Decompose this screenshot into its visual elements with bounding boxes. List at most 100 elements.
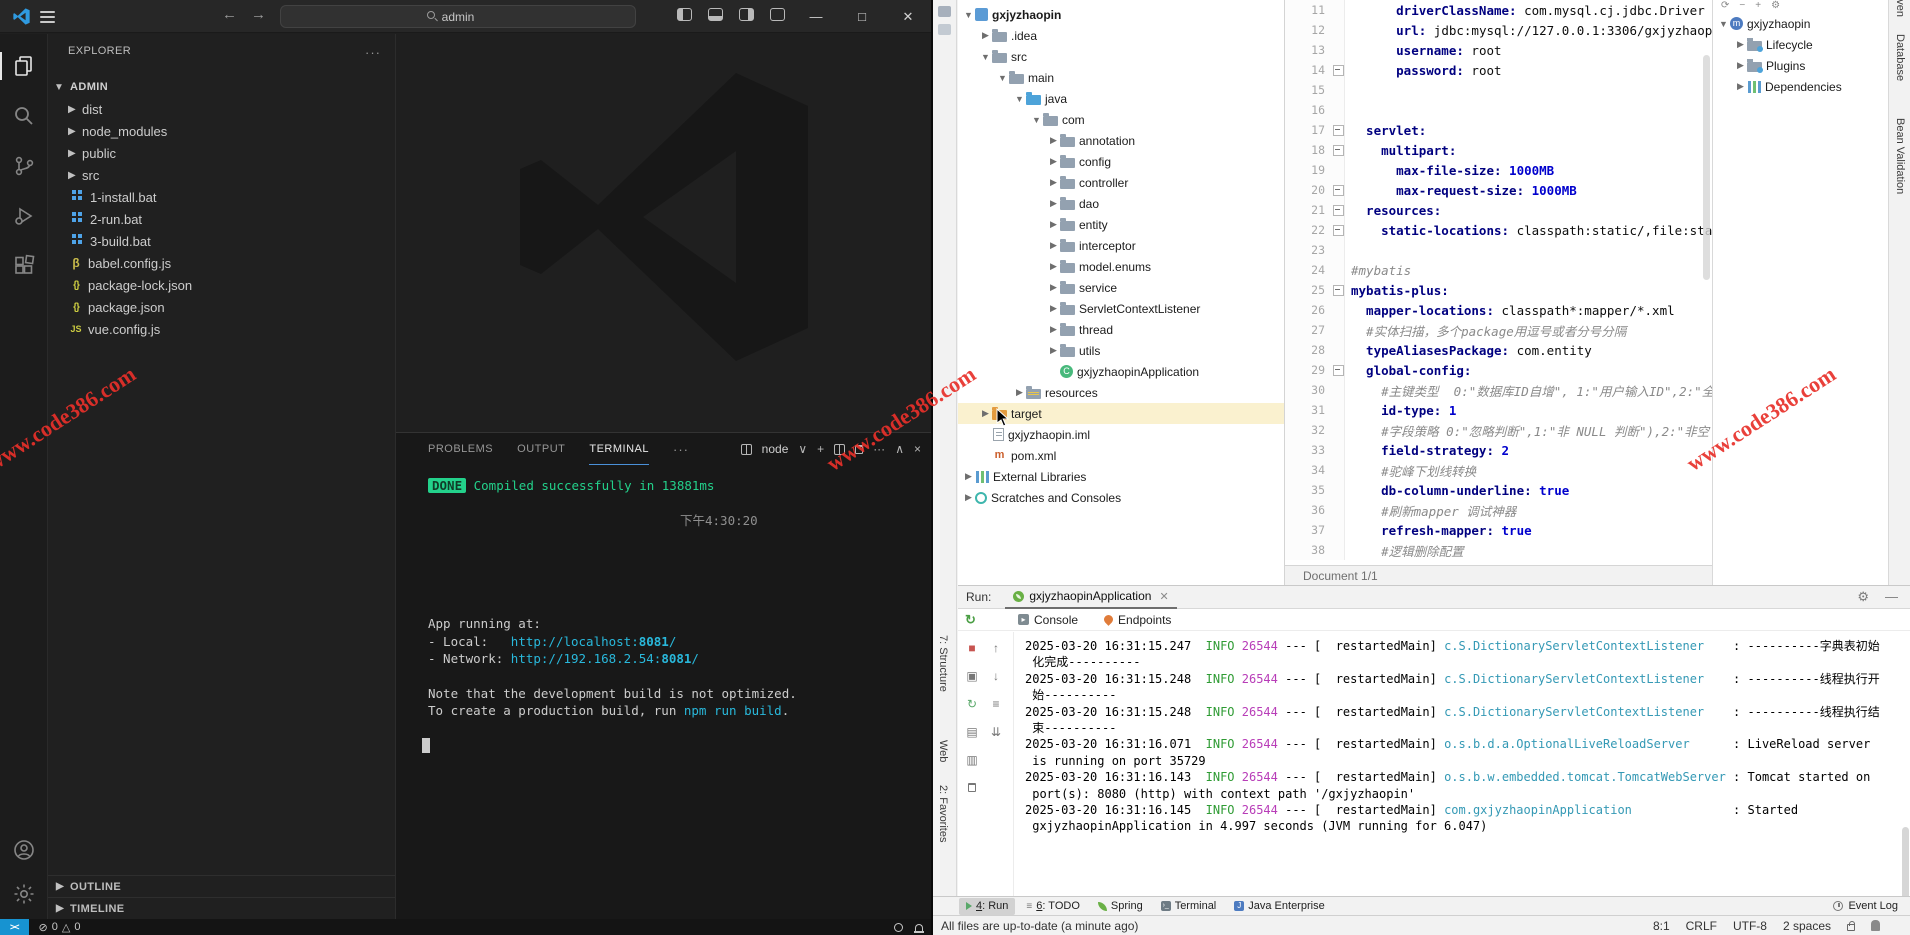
explorer-item[interactable]: 3-build.bat: [48, 230, 395, 252]
tree-item[interactable]: ▶service: [958, 277, 1284, 298]
fold-marker-icon[interactable]: [1331, 60, 1345, 80]
chevron-right-icon[interactable]: ▶: [1047, 156, 1060, 167]
chevron-right-icon[interactable]: ▶: [1047, 177, 1060, 188]
chevron-down-icon[interactable]: ∨: [798, 442, 807, 456]
editor-line[interactable]: 33 field-strategy: 2: [1285, 440, 1712, 460]
tree-item[interactable]: ▶interceptor: [958, 235, 1284, 256]
command-center-search[interactable]: [280, 5, 636, 28]
editor-line[interactable]: 35 db-column-underline: true: [1285, 480, 1712, 500]
chevron-right-icon[interactable]: ▶: [962, 471, 975, 482]
tree-item[interactable]: ▶model.enums: [958, 256, 1284, 277]
chevron-right-icon[interactable]: ▶: [1013, 387, 1026, 398]
restart-icon[interactable]: ↻: [964, 696, 980, 712]
search-sidebar-icon[interactable]: [0, 96, 48, 136]
chevron-down-icon[interactable]: ▼: [996, 73, 1009, 83]
favorites-toolwindow-tab[interactable]: 2: Favorites: [937, 785, 949, 842]
editor-line[interactable]: 15: [1285, 80, 1712, 100]
timeline-section[interactable]: ▶ TIMELINE: [48, 897, 395, 919]
outline-section[interactable]: ▶ OUTLINE: [48, 875, 395, 897]
indent-style[interactable]: 2 spaces: [1783, 919, 1831, 933]
toolwindow-button-spring[interactable]: Spring: [1091, 898, 1150, 915]
up-arrow-icon[interactable]: ↑: [988, 640, 1004, 656]
tree-item[interactable]: mpom.xml: [958, 445, 1284, 466]
settings-gear-icon[interactable]: ⚙: [1857, 589, 1869, 605]
fold-marker-icon[interactable]: [1331, 200, 1345, 220]
feedback-smiley-icon[interactable]: [894, 923, 903, 932]
tree-item[interactable]: ▶Scratches and Consoles: [958, 487, 1284, 508]
chevron-right-icon[interactable]: ▶: [1047, 303, 1060, 314]
maven-root-item[interactable]: ▼mgxjyzhaopin: [1713, 13, 1888, 34]
settings-gear-icon[interactable]: ⚙: [1771, 0, 1780, 13]
readonly-lock-icon[interactable]: [1847, 924, 1855, 931]
terminal-link[interactable]: http://localhost:: [511, 634, 639, 649]
collapse-icon[interactable]: −: [1739, 0, 1745, 13]
chevron-down-icon[interactable]: ▼: [962, 10, 975, 20]
explorer-icon[interactable]: [0, 46, 48, 86]
refresh-icon[interactable]: ⟳: [1721, 0, 1729, 13]
editor-line[interactable]: 18 multipart:: [1285, 140, 1712, 160]
maven-toolwindow-tab[interactable]: Maven: [1894, 0, 1906, 17]
editor-line[interactable]: 28 typeAliasesPackage: com.entity: [1285, 340, 1712, 360]
rerun-icon[interactable]: ↻: [965, 612, 976, 628]
editor-line[interactable]: 11 driverClassName: com.mysql.cj.jdbc.Dr…: [1285, 0, 1712, 20]
fold-marker-icon[interactable]: [1331, 220, 1345, 240]
tree-item[interactable]: ▶entity: [958, 214, 1284, 235]
stripe-icon[interactable]: [938, 24, 951, 35]
editor-line[interactable]: 36 #刷新mapper 调试神器: [1285, 500, 1712, 520]
chevron-down-icon[interactable]: ▼: [1013, 94, 1026, 104]
toolwindow-button-run[interactable]: 4: Run: [959, 898, 1015, 915]
endpoints-tab[interactable]: Endpoints: [1104, 613, 1171, 627]
chevron-right-icon[interactable]: ▶: [962, 492, 975, 503]
toggle-sidebar-icon[interactable]: [677, 8, 692, 21]
close-tab-icon[interactable]: ✕: [1159, 590, 1168, 603]
explorer-item[interactable]: {}package.json: [48, 296, 395, 318]
explorer-item[interactable]: JSvue.config.js: [48, 318, 395, 340]
chevron-right-icon[interactable]: ▶: [979, 408, 992, 419]
chevron-right-icon[interactable]: ▶: [1734, 39, 1747, 50]
maximize-button[interactable]: □: [839, 0, 885, 33]
fold-marker-icon[interactable]: [1331, 180, 1345, 200]
editor-line[interactable]: 21 resources:: [1285, 200, 1712, 220]
explorer-item[interactable]: ▶dist: [48, 98, 395, 120]
tree-item[interactable]: ▼com: [958, 109, 1284, 130]
chevron-right-icon[interactable]: ▶: [1734, 60, 1747, 71]
editor-line[interactable]: 12 url: jdbc:mysql://127.0.0.1:3306/gxjy…: [1285, 20, 1712, 40]
hide-panel-icon[interactable]: —: [1885, 589, 1898, 605]
tree-item[interactable]: CgxjyzhaopinApplication: [958, 361, 1284, 382]
toolwindow-button-java-enterprise[interactable]: JJava Enterprise: [1227, 898, 1331, 915]
line-separator[interactable]: CRLF: [1686, 919, 1717, 933]
tree-item[interactable]: ▼gxjyzhaopin: [958, 4, 1284, 25]
fold-marker-icon[interactable]: [1331, 360, 1345, 380]
editor-line[interactable]: 16: [1285, 100, 1712, 120]
chevron-right-icon[interactable]: ▶: [1047, 240, 1060, 251]
event-log-button[interactable]: Event Log: [1833, 900, 1898, 912]
clear-trash-icon[interactable]: [964, 780, 980, 796]
tree-item[interactable]: ▶utils: [958, 340, 1284, 361]
caret-position[interactable]: 8:1: [1653, 919, 1670, 933]
editor-line[interactable]: 27 #实体扫描，多个package用逗号或者分号分隔: [1285, 320, 1712, 340]
terminal-link[interactable]: /: [691, 651, 699, 666]
chevron-right-icon[interactable]: ▶: [1047, 282, 1060, 293]
account-icon[interactable]: [0, 830, 48, 870]
terminal-link[interactable]: npm run build: [684, 703, 782, 718]
console-tab[interactable]: ▸ Console: [1018, 613, 1078, 627]
explorer-more-icon[interactable]: ···: [365, 45, 381, 60]
explorer-item[interactable]: 2-run.bat: [48, 208, 395, 230]
toggle-secondary-sidebar-icon[interactable]: [739, 8, 754, 21]
fold-marker-icon[interactable]: [1331, 140, 1345, 160]
tree-item[interactable]: gxjyzhaopin.iml: [958, 424, 1284, 445]
chevron-right-icon[interactable]: ▶: [1734, 81, 1747, 92]
editor-line[interactable]: 38 #逻辑删除配置: [1285, 540, 1712, 560]
tree-item[interactable]: ▶target: [958, 403, 1284, 424]
tree-item[interactable]: ▶annotation: [958, 130, 1284, 151]
soft-wrap-icon[interactable]: ≡: [988, 696, 1004, 712]
tree-item[interactable]: ▼main: [958, 67, 1284, 88]
project-toolwindow-icon[interactable]: [938, 6, 951, 17]
tree-item[interactable]: ▶.idea: [958, 25, 1284, 46]
editor-line[interactable]: 30 #主键类型 0:"数据库ID自增", 1:"用户输入ID",2:"全: [1285, 380, 1712, 400]
editor-line[interactable]: 14 password: root: [1285, 60, 1712, 80]
down-arrow-icon[interactable]: ↓: [988, 668, 1004, 684]
chevron-down-icon[interactable]: ▼: [1717, 19, 1730, 29]
web-toolwindow-tab[interactable]: Web: [937, 740, 949, 762]
explorer-item[interactable]: ▶public: [48, 142, 395, 164]
